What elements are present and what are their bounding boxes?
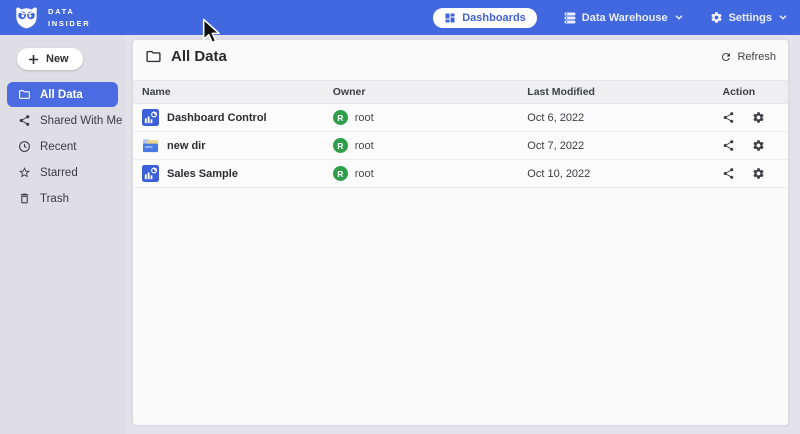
folder-icon [145,48,162,65]
sidebar-item-recent[interactable]: Recent [7,134,118,159]
new-button-label: New [46,53,69,65]
clock-icon [18,140,31,153]
page-title: All Data [171,48,227,65]
dashboards-label: Dashboards [462,12,526,24]
folder-icon [18,88,31,101]
data-warehouse-menu[interactable]: Data Warehouse [564,12,683,24]
owner-name: root [355,140,374,152]
new-button[interactable]: New [17,48,83,70]
sidebar: New All Data Shared With Me Recent Starr… [0,35,125,434]
page-header: All Data Refresh [133,40,788,73]
refresh-button[interactable]: Refresh [720,51,776,63]
sidebar-item-label: Shared With Me [40,115,122,127]
column-header-last-modified: Last Modified [527,86,722,98]
database-icon [564,12,576,24]
last-modified: Oct 7, 2022 [527,140,722,152]
settings-menu[interactable]: Settings [710,11,787,24]
owner-avatar: R [333,110,348,125]
settings-label: Settings [729,12,772,24]
plus-icon [28,54,39,65]
settings-button[interactable] [752,111,765,124]
sidebar-item-label: Trash [40,193,69,205]
file-name: Dashboard Control [167,112,267,124]
chevron-down-icon [779,15,787,20]
dashboard-file-icon [142,109,159,126]
sidebar-item-starred[interactable]: Starred [7,160,118,185]
sidebar-item-label: All Data [40,89,83,101]
file-name: Sales Sample [167,168,238,180]
table-header: Name Owner Last Modified Action [133,80,788,104]
share-button[interactable] [722,111,735,124]
data-warehouse-label: Data Warehouse [582,12,668,24]
share-icon [18,114,31,127]
app-logo: DATA INSIDER [13,4,90,31]
owner-avatar: R [333,138,348,153]
dashboards-button[interactable]: Dashboards [433,8,537,28]
sidebar-item-all-data[interactable]: All Data [7,82,118,107]
share-button[interactable] [722,167,735,180]
owl-logo-icon [13,4,40,31]
dashboard-grid-icon [444,12,456,24]
settings-button[interactable] [752,139,765,152]
last-modified: Oct 10, 2022 [527,168,722,180]
app-header: DATA INSIDER Dashboards [0,0,800,35]
sidebar-item-trash[interactable]: Trash [7,186,118,211]
dashboard-file-icon [142,165,159,182]
star-icon [18,166,31,179]
sidebar-item-label: Starred [40,167,78,179]
sidebar-item-label: Recent [40,141,76,153]
chevron-down-icon [675,15,683,20]
gear-icon [710,11,723,24]
refresh-icon [720,51,732,63]
last-modified: Oct 6, 2022 [527,112,722,124]
owner-name: root [355,112,374,124]
trash-icon [18,192,31,205]
column-header-name: Name [133,86,333,98]
table-row[interactable]: new dir R root Oct 7, 2022 [133,132,788,160]
folder-file-icon [142,137,159,154]
refresh-label: Refresh [737,51,776,63]
table-row[interactable]: Sales Sample R root Oct 10, 2022 [133,160,788,188]
header-nav: Dashboards Data Warehouse [433,8,787,28]
column-header-owner: Owner [333,86,528,98]
settings-button[interactable] [752,167,765,180]
sidebar-item-shared-with-me[interactable]: Shared With Me [7,108,118,133]
brand-line-1: DATA [48,6,90,18]
brand-line-2: INSIDER [48,18,90,30]
sidebar-nav: All Data Shared With Me Recent Starred T… [0,82,125,211]
file-name: new dir [167,140,206,152]
owner-avatar: R [333,166,348,181]
share-button[interactable] [722,139,735,152]
owner-name: root [355,168,374,180]
column-header-action: Action [722,86,788,98]
table-row[interactable]: Dashboard Control R root Oct 6, 2022 [133,104,788,132]
main-panel: All Data Refresh Name Owner Last Modifie… [133,40,788,425]
